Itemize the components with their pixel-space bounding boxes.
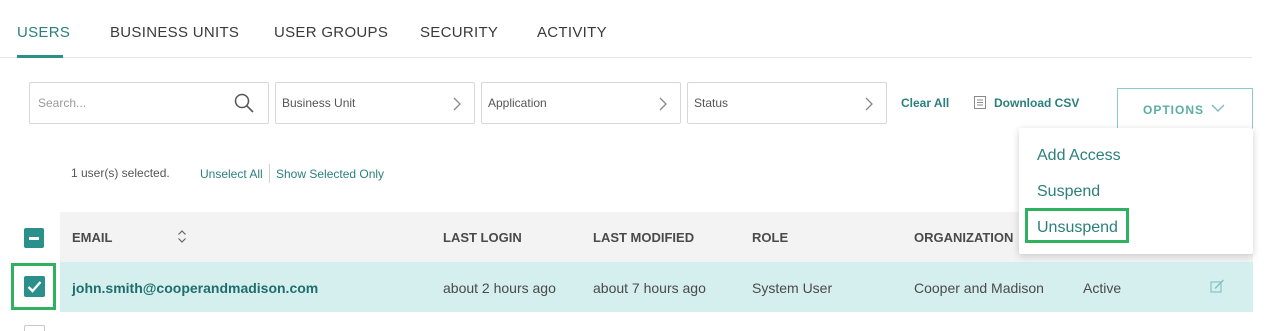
chevron-right-icon [659,97,667,111]
tab-users[interactable]: USERS [17,24,70,41]
select-all-checkbox[interactable] [24,228,44,248]
search-box[interactable] [29,82,269,124]
search-input[interactable] [38,94,223,112]
last-login-value: about 2 hours ago [443,280,556,296]
search-icon[interactable] [233,92,255,114]
business-unit-filter[interactable]: Business Unit [275,82,475,124]
options-menu: Add Access Suspend Unsuspend [1019,128,1253,254]
tab-user-groups[interactable]: USER GROUPS [274,24,388,41]
status-filter[interactable]: Status [687,82,887,124]
last-modified-value: about 7 hours ago [593,280,706,296]
indeterminate-dash-icon [29,237,39,240]
row-checkbox[interactable] [24,276,45,297]
user-email[interactable]: john.smith@cooperandmadison.com [72,280,318,296]
role-value: System User [752,280,833,296]
tab-business-units[interactable]: BUSINESS UNITS [110,24,239,41]
tab-activity[interactable]: ACTIVITY [537,24,607,41]
sort-icon[interactable] [177,229,187,244]
column-header-last-login: LAST LOGIN [443,230,522,245]
menu-item-highlight [1025,208,1129,243]
tab-bar: USERS BUSINESS UNITS USER GROUPS SECURIT… [0,0,1252,58]
menu-item-add-access[interactable]: Add Access [1037,147,1121,165]
edit-icon[interactable] [1210,279,1225,294]
options-label: OPTIONS [1143,103,1205,117]
table-row[interactable]: john.smith@cooperandmadison.com about 2 … [60,262,1253,312]
active-tab-indicator [17,55,63,58]
status-value: Active [1083,280,1122,296]
application-filter[interactable]: Application [481,82,681,124]
business-unit-filter-label: Business Unit [282,96,356,110]
chevron-down-icon [1211,104,1225,112]
column-header-organization: ORGANIZATION [914,230,1014,245]
status-filter-label: Status [694,96,729,110]
row-checkbox[interactable] [24,325,45,331]
show-selected-only-link[interactable]: Show Selected Only [276,167,384,181]
document-icon [974,96,986,109]
column-header-role: ROLE [752,230,789,245]
menu-item-suspend[interactable]: Suspend [1037,183,1100,201]
download-csv-label: Download CSV [994,96,1080,110]
organization-value: Cooper and Madison [914,280,1044,296]
chevron-right-icon [453,97,461,111]
unselect-all-link[interactable]: Unselect All [200,167,263,181]
options-button[interactable]: OPTIONS [1117,88,1253,129]
column-header-last-modified: LAST MODIFIED [593,230,695,245]
chevron-right-icon [865,97,873,111]
selection-count: 1 user(s) selected. [71,166,170,180]
clear-all-link[interactable]: Clear All [901,96,949,110]
application-filter-label: Application [488,96,547,110]
tab-security[interactable]: SECURITY [420,24,498,41]
column-header-email[interactable]: EMAIL [72,230,112,245]
divider [269,164,270,183]
checkmark-icon [27,281,42,293]
